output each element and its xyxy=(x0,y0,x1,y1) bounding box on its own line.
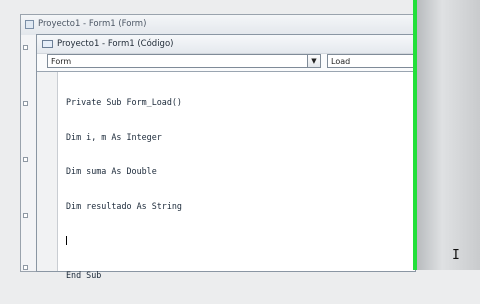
code-line: Dim suma As Double xyxy=(66,166,157,176)
code-window-title: Proyecto1 - Form1 (Código) xyxy=(57,39,174,49)
overlay-line xyxy=(413,0,417,270)
procedure-combo[interactable]: Load xyxy=(327,54,415,68)
object-combo-dropdown-button[interactable]: ▼ xyxy=(307,54,321,68)
code-line: Dim i, m As Integer xyxy=(66,131,162,142)
resize-handle[interactable] xyxy=(23,265,28,270)
resize-handle[interactable] xyxy=(23,45,28,50)
text-caret xyxy=(66,236,67,245)
code-line: End Sub xyxy=(66,269,102,280)
code-line: Dim resultado As String xyxy=(66,200,182,211)
procedure-combo-value: Load xyxy=(331,57,351,66)
code-window[interactable]: Proyecto1 - Form1 (Código) Form ▼ Load P… xyxy=(36,34,416,280)
form-window-titlebar[interactable]: Proyecto1 - Form1 (Form) xyxy=(21,15,415,35)
code-window-icon xyxy=(42,40,53,48)
editor-margin xyxy=(37,72,58,271)
background-area xyxy=(417,0,480,270)
resize-handle[interactable] xyxy=(23,101,28,106)
chevron-down-icon: ▼ xyxy=(311,57,317,65)
form-selection-handles xyxy=(23,37,31,271)
code-window-titlebar[interactable]: Proyecto1 - Form1 (Código) xyxy=(37,35,415,54)
text-cursor-icon: I xyxy=(452,248,460,263)
resize-handle[interactable] xyxy=(23,157,28,162)
object-combo-value: Form xyxy=(51,57,72,66)
resize-handle[interactable] xyxy=(23,213,28,218)
form-window-icon xyxy=(25,20,34,29)
code-line-cursor xyxy=(66,235,182,247)
code-editor[interactable]: Private Sub Form_Load() Dim i, m As Inte… xyxy=(37,71,415,280)
object-combo[interactable]: Form xyxy=(47,54,321,68)
form-window-title: Proyecto1 - Form1 (Form) xyxy=(38,19,147,29)
code-line: Private Sub Form_Load() xyxy=(66,97,182,107)
